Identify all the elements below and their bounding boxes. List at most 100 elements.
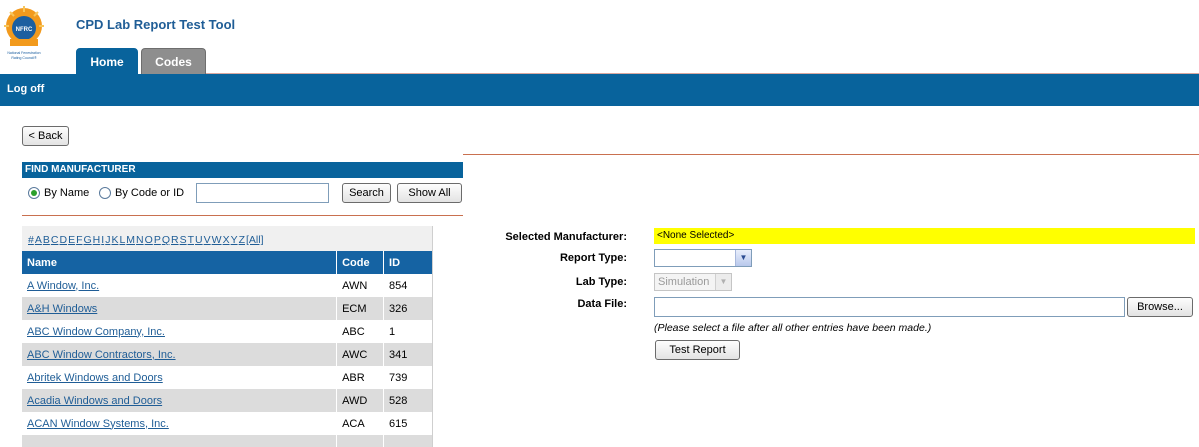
cell-name: A&H Windows bbox=[22, 297, 338, 320]
alphabet-link[interactable]: U bbox=[195, 234, 203, 246]
cell-name: Acadia Windows and Doors bbox=[22, 389, 338, 412]
cell-id: 528 bbox=[383, 389, 432, 412]
manufacturer-link[interactable]: ABC Window Company, Inc. bbox=[27, 326, 165, 338]
data-file-label: Data File: bbox=[577, 298, 627, 310]
alphabet-link[interactable]: [All] bbox=[246, 234, 264, 246]
alphabet-link[interactable]: B bbox=[43, 234, 50, 246]
selected-manufacturer-value: <None Selected> bbox=[654, 228, 1195, 244]
manufacturer-link[interactable]: A Window, Inc. bbox=[27, 280, 99, 292]
nfrc-logo: NFRC National Fenestration Rating Counci… bbox=[4, 6, 44, 60]
svg-text:National Fenestration: National Fenestration bbox=[7, 51, 40, 55]
alphabet-link[interactable]: D bbox=[59, 234, 67, 246]
nav-bar: Log off bbox=[0, 74, 1199, 106]
alphabet-link[interactable]: G bbox=[84, 234, 92, 246]
manufacturer-link[interactable]: ABC Window Contractors, Inc. bbox=[27, 349, 176, 361]
browse-button[interactable]: Browse... bbox=[1127, 297, 1193, 317]
search-button[interactable]: Search bbox=[342, 183, 391, 203]
alphabet-link[interactable]: S bbox=[180, 234, 187, 246]
radio-button[interactable] bbox=[99, 187, 111, 199]
cell-id: 739 bbox=[383, 366, 432, 389]
alphabet-link[interactable]: O bbox=[145, 234, 153, 246]
table-body: A Window, Inc. AWN 854 A&H Windows ECM 326 ABC… bbox=[22, 274, 432, 447]
show-all-button[interactable]: Show All bbox=[397, 183, 462, 203]
alphabet-link[interactable]: H bbox=[93, 234, 101, 246]
alphabet-link[interactable]: X bbox=[223, 234, 230, 246]
cell-name: A Window, Inc. bbox=[22, 274, 338, 297]
logoff-link[interactable]: Log off bbox=[7, 83, 44, 95]
table-row: A&H Windows ECM 326 bbox=[22, 297, 432, 320]
cell-code: ABR bbox=[336, 366, 385, 389]
test-report-button[interactable]: Test Report bbox=[655, 340, 740, 360]
manufacturer-link[interactable]: Acadia Windows and Doors bbox=[27, 395, 162, 407]
alphabet-link[interactable]: K bbox=[111, 234, 118, 246]
find-divider bbox=[22, 215, 463, 216]
alphabet-link[interactable]: L bbox=[119, 234, 125, 246]
cell-name: Abritek Windows and Doors bbox=[22, 366, 338, 389]
tab-home[interactable]: Home bbox=[76, 48, 138, 74]
alphabet-link[interactable]: # bbox=[28, 234, 34, 246]
alphabet-link[interactable]: E bbox=[68, 234, 75, 246]
alphabet-link[interactable]: M bbox=[126, 234, 135, 246]
table-header-row: Name Code ID bbox=[22, 251, 432, 274]
alphabet-link[interactable]: V bbox=[204, 234, 211, 246]
alphabet-link[interactable]: I bbox=[101, 234, 104, 246]
column-header-name[interactable]: Name bbox=[22, 251, 338, 274]
alphabet-link[interactable]: P bbox=[154, 234, 161, 246]
table-row: Acadia Windows and Doors AWD 528 bbox=[22, 389, 432, 412]
cell-code bbox=[336, 435, 385, 447]
column-header-id[interactable]: ID bbox=[383, 251, 432, 274]
cell-id: 854 bbox=[383, 274, 432, 297]
back-button[interactable]: < Back bbox=[22, 126, 69, 146]
tab-codes[interactable]: Codes bbox=[141, 48, 206, 74]
manufacturer-list-panel: #ABCDEFGHIJKLMNOPQRSTUVWXYZ[All] Name Co… bbox=[22, 226, 433, 447]
cell-code: AWD bbox=[336, 389, 385, 412]
manufacturer-table: Name Code ID A Window, Inc. AWN 854 A&H Win… bbox=[22, 251, 432, 447]
app-header: NFRC National Fenestration Rating Counci… bbox=[0, 0, 1199, 74]
data-file-input[interactable] bbox=[654, 297, 1125, 317]
chevron-down-icon: ▼ bbox=[715, 274, 731, 290]
radio-label: By Name bbox=[44, 187, 90, 199]
manufacturer-link[interactable]: Abritek Windows and Doors bbox=[27, 372, 163, 384]
alphabet-link[interactable]: Z bbox=[239, 234, 245, 246]
cell-name: ABC Window Contractors, Inc. bbox=[22, 343, 338, 366]
cell-name: ABC Window Company, Inc. bbox=[22, 320, 338, 343]
lab-type-select: Simulation ▼ bbox=[654, 273, 732, 291]
table-row: Abritek Windows and Doors ABR 739 bbox=[22, 366, 432, 389]
alphabet-link[interactable]: Q bbox=[162, 234, 170, 246]
search-input[interactable] bbox=[196, 183, 329, 203]
alphabet-link[interactable]: T bbox=[188, 234, 194, 246]
cell-name bbox=[22, 435, 338, 447]
alphabet-link[interactable]: J bbox=[105, 234, 110, 246]
alphabet-link[interactable]: F bbox=[76, 234, 82, 246]
alphabet-link[interactable]: R bbox=[171, 234, 179, 246]
find-manufacturer-header: FIND MANUFACTURER bbox=[22, 162, 463, 178]
cell-code: AWC bbox=[336, 343, 385, 366]
cell-id: 615 bbox=[383, 412, 432, 435]
table-row: ABC Window Contractors, Inc. AWC 341 bbox=[22, 343, 432, 366]
file-hint-text: (Please select a file after all other en… bbox=[654, 322, 932, 334]
manufacturer-link[interactable]: A&H Windows bbox=[27, 303, 97, 315]
cell-id: 326 bbox=[383, 297, 432, 320]
column-header-code[interactable]: Code bbox=[336, 251, 385, 274]
alphabet-link[interactable]: Y bbox=[231, 234, 238, 246]
report-type-select[interactable]: ▼ bbox=[654, 249, 752, 267]
radio-label: By Code or ID bbox=[115, 187, 185, 199]
radio-by-code[interactable]: By Code or ID bbox=[99, 184, 184, 202]
table-row: ABC Window Company, Inc. ABC 1 bbox=[22, 320, 432, 343]
chevron-down-icon[interactable]: ▼ bbox=[735, 250, 751, 266]
cell-name: ACAN Window Systems, Inc. bbox=[22, 412, 338, 435]
report-type-label: Report Type: bbox=[559, 252, 627, 264]
radio-button[interactable] bbox=[28, 187, 40, 199]
manufacturer-link[interactable]: ACAN Window Systems, Inc. bbox=[27, 418, 169, 430]
cell-code: ABC bbox=[336, 320, 385, 343]
alphabet-link[interactable]: W bbox=[212, 234, 222, 246]
lab-type-label: Lab Type: bbox=[575, 276, 627, 288]
table-row bbox=[22, 435, 432, 447]
alphabet-link[interactable]: A bbox=[35, 234, 42, 246]
radio-by-name[interactable]: By Name bbox=[28, 184, 89, 202]
table-row: A Window, Inc. AWN 854 bbox=[22, 274, 432, 297]
alphabet-link[interactable]: C bbox=[51, 234, 59, 246]
alphabet-link[interactable]: N bbox=[136, 234, 144, 246]
section-divider bbox=[463, 154, 1199, 155]
cell-id: 1 bbox=[383, 320, 432, 343]
